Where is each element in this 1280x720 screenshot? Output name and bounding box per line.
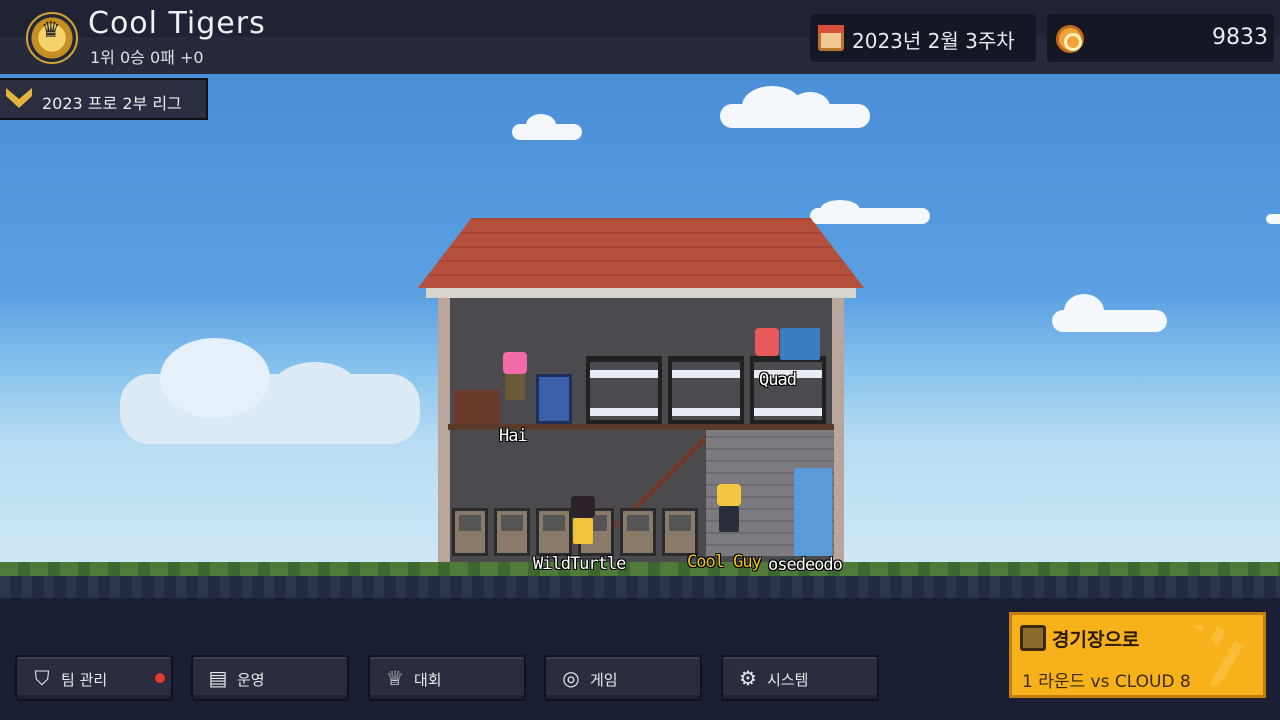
calendar-icon bbox=[818, 25, 844, 51]
bunk-bed bbox=[750, 356, 826, 424]
house-roof bbox=[418, 218, 864, 288]
arena-title: 경기장으로 bbox=[1052, 629, 1140, 651]
bunk-bed bbox=[586, 356, 662, 424]
menu-label: 팀 관리 bbox=[61, 671, 108, 689]
team-logo-icon[interactable] bbox=[26, 12, 78, 64]
player-name-label: WildTurtle bbox=[533, 554, 626, 574]
cloud bbox=[720, 86, 870, 128]
gamepad-icon: ◎ bbox=[562, 666, 580, 690]
trophy-icon: ♕ bbox=[386, 666, 404, 690]
computer-desk bbox=[662, 508, 698, 556]
player-name-label-highlighted: Cool Guy bbox=[687, 552, 762, 572]
tournament-button[interactable]: ♕ 대회 bbox=[368, 655, 526, 701]
ground-texture bbox=[0, 576, 1280, 598]
league-badge[interactable]: 2023 프로 2부 리그 bbox=[0, 78, 208, 120]
player-name-label: Hai bbox=[499, 426, 528, 446]
player-character-quad[interactable] bbox=[752, 326, 822, 362]
kitchen-table bbox=[454, 390, 500, 424]
date-display: 2023년 2월 3주차 bbox=[810, 14, 1036, 62]
top-bar: Cool Tigers 1위 0승 0패 +0 2023년 2월 3주차 983… bbox=[0, 0, 1280, 74]
menu-label: 게임 bbox=[590, 671, 618, 689]
coin-display: 9833 bbox=[1047, 14, 1274, 62]
cloud bbox=[120, 338, 420, 444]
date-text: 2023년 2월 3주차 bbox=[852, 29, 1015, 53]
computer-desk bbox=[620, 508, 656, 556]
menu-label: 시스템 bbox=[767, 671, 809, 689]
shower bbox=[794, 468, 832, 556]
fridge bbox=[536, 374, 572, 424]
player-character-cool-guy[interactable] bbox=[714, 484, 744, 534]
menu-label: 운영 bbox=[237, 671, 265, 689]
document-icon: ▤ bbox=[208, 666, 228, 690]
shield-icon: ⛉ bbox=[34, 666, 50, 690]
computer-desk bbox=[494, 508, 530, 556]
go-to-arena-button[interactable]: 경기장으로 1 라운드 vs CLOUD 8 bbox=[1009, 612, 1266, 698]
grass-strip bbox=[0, 562, 1280, 576]
cloud bbox=[512, 114, 582, 140]
menu-label: 대회 bbox=[414, 671, 442, 689]
system-button[interactable]: ⚙ 시스템 bbox=[721, 655, 879, 701]
coin-icon bbox=[1056, 25, 1084, 53]
team-record: 1위 0승 0패 +0 bbox=[90, 48, 204, 67]
operations-button[interactable]: ▤ 운영 bbox=[191, 655, 349, 701]
game-button[interactable]: ◎ 게임 bbox=[544, 655, 702, 701]
player-name-label: osedeodo bbox=[768, 555, 843, 575]
bunk-bed bbox=[668, 356, 744, 424]
cloud bbox=[1052, 294, 1167, 332]
next-match-label: 1 라운드 vs CLOUD 8 bbox=[1022, 672, 1191, 692]
cloud bbox=[1266, 214, 1280, 224]
arena-icon bbox=[1020, 625, 1046, 651]
rank-chevron-icon bbox=[2, 86, 36, 114]
computer-desk bbox=[452, 508, 488, 556]
gear-icon: ⚙ bbox=[739, 666, 757, 690]
coin-amount: 9833 bbox=[1212, 25, 1268, 50]
league-name: 2023 프로 2부 리그 bbox=[42, 94, 182, 113]
notification-dot bbox=[155, 673, 165, 683]
player-name-label: Quad bbox=[759, 370, 797, 390]
team-name: Cool Tigers bbox=[88, 6, 266, 41]
team-house[interactable] bbox=[418, 218, 864, 562]
player-character-hai[interactable] bbox=[500, 352, 530, 402]
team-management-button[interactable]: ⛉ 팀 관리 bbox=[15, 655, 173, 701]
roof-edge bbox=[426, 288, 856, 298]
player-character-wildturtle[interactable] bbox=[568, 496, 598, 546]
computer-desk bbox=[536, 508, 572, 556]
